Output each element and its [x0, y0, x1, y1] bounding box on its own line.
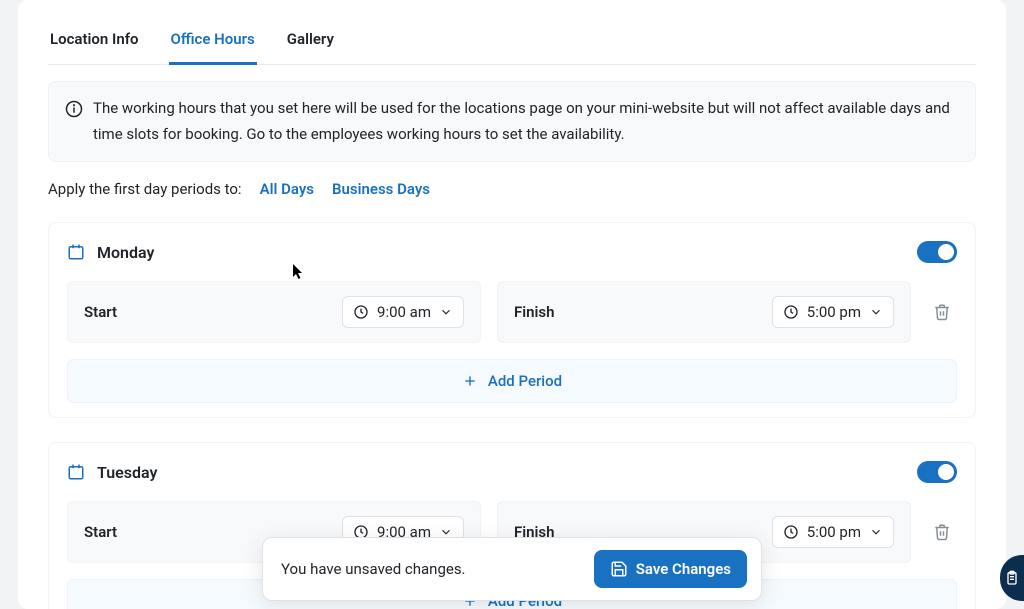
day-name: Tuesday	[97, 463, 157, 482]
delete-period-button[interactable]	[927, 297, 957, 327]
finish-field: Finish 5:00 pm	[497, 281, 911, 343]
finish-time-picker[interactable]: 5:00 pm	[772, 296, 894, 328]
clock-icon	[783, 304, 799, 320]
start-field: Start 9:00 am	[67, 281, 481, 343]
delete-period-button[interactable]	[927, 517, 957, 547]
chevron-down-icon	[439, 305, 453, 319]
add-period-button[interactable]: Add Period	[67, 359, 957, 403]
add-period-label: Add Period	[488, 372, 562, 390]
apply-label: Apply the first day periods to:	[48, 180, 242, 198]
apply-all-days[interactable]: All Days	[260, 180, 314, 198]
chevron-down-icon	[869, 305, 883, 319]
tab-office-hours[interactable]: Office Hours	[169, 18, 257, 65]
tab-gallery[interactable]: Gallery	[285, 18, 336, 65]
finish-time-value: 5:00 pm	[807, 303, 861, 321]
start-label: Start	[84, 523, 117, 541]
clock-icon	[783, 524, 799, 540]
day-section-monday: Monday Start 9:00 am Finish	[48, 222, 976, 418]
tab-location-info[interactable]: Location Info	[48, 18, 141, 65]
save-button-label: Save Changes	[636, 560, 731, 578]
clipboard-icon	[1004, 569, 1020, 587]
trash-icon	[933, 303, 951, 321]
info-banner: The working hours that you set here will…	[48, 81, 976, 162]
finish-time-value: 5:00 pm	[807, 523, 861, 541]
info-icon	[65, 100, 83, 118]
start-label: Start	[84, 303, 117, 321]
calendar-icon	[67, 463, 85, 481]
save-icon	[610, 560, 628, 578]
start-time-value: 9:00 am	[377, 303, 431, 321]
start-time-picker[interactable]: 9:00 am	[342, 296, 464, 328]
trash-icon	[933, 523, 951, 541]
unsaved-changes-bar: You have unsaved changes. Save Changes	[262, 537, 762, 601]
apply-row: Apply the first day periods to: All Days…	[48, 180, 976, 198]
tabs: Location Info Office Hours Gallery	[48, 14, 976, 65]
day-toggle-tuesday[interactable]	[917, 461, 957, 483]
info-text: The working hours that you set here will…	[93, 96, 959, 147]
unsaved-message: You have unsaved changes.	[281, 560, 466, 578]
chevron-down-icon	[869, 525, 883, 539]
apply-business-days[interactable]: Business Days	[332, 180, 430, 198]
day-toggle-monday[interactable]	[917, 241, 957, 263]
finish-label: Finish	[514, 303, 555, 321]
calendar-icon	[67, 243, 85, 261]
day-name: Monday	[97, 243, 154, 262]
clock-icon	[353, 304, 369, 320]
save-changes-button[interactable]: Save Changes	[594, 550, 747, 588]
finish-time-picker[interactable]: 5:00 pm	[772, 516, 894, 548]
plus-icon	[462, 373, 478, 389]
